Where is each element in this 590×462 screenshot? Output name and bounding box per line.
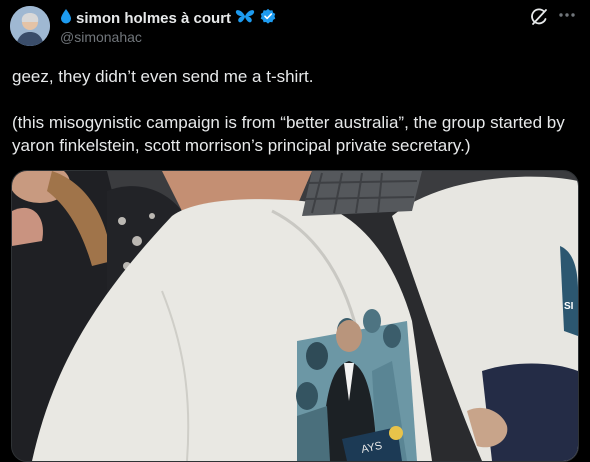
tweet-post: simon holmes à court @simonahac geez, th… bbox=[0, 0, 590, 462]
butterfly-icon bbox=[235, 8, 255, 28]
more-options-icon[interactable] bbox=[556, 4, 578, 26]
author-name-row[interactable]: simon holmes à court bbox=[60, 8, 277, 28]
water-drop-icon bbox=[60, 8, 72, 28]
tweet-photo[interactable]: AYS SI bbox=[11, 170, 579, 462]
avatar[interactable] bbox=[10, 6, 50, 46]
grok-icon[interactable] bbox=[529, 7, 549, 27]
tweet-paragraph: (this misogynistic campaign is from “bet… bbox=[12, 113, 565, 155]
tweet-text: geez, they didn’t even send me a t-shirt… bbox=[12, 65, 580, 157]
tweet-paragraph: geez, they didn’t even send me a t-shirt… bbox=[12, 67, 314, 86]
shirt-print-text: SI bbox=[564, 301, 574, 312]
author-handle[interactable]: @simonahac bbox=[60, 29, 142, 45]
verified-badge-icon[interactable] bbox=[259, 7, 277, 29]
author-display-name[interactable]: simon holmes à court bbox=[76, 10, 231, 27]
